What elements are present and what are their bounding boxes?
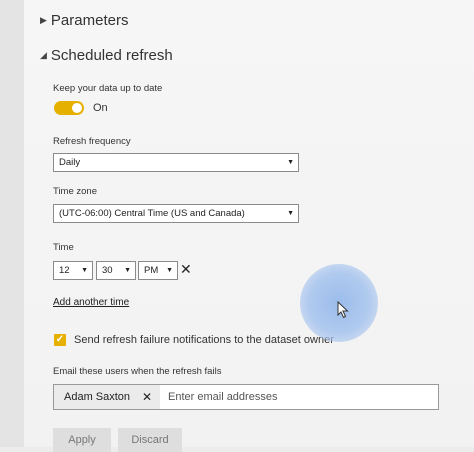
chevron-down-icon: ▼ bbox=[287, 210, 294, 217]
apply-button[interactable]: Apply bbox=[53, 428, 111, 452]
time-zone-label: Time zone bbox=[53, 186, 97, 197]
email-input[interactable] bbox=[166, 385, 430, 409]
minute-select[interactable]: 30 ▼ bbox=[96, 261, 136, 280]
chevron-down-icon: ▼ bbox=[124, 267, 131, 274]
email-chip: Adam Saxton ✕ bbox=[54, 385, 160, 409]
chevron-down-icon: ▼ bbox=[81, 267, 88, 274]
time-zone-value: (UTC-06:00) Central Time (US and Canada) bbox=[59, 208, 245, 219]
left-gutter bbox=[0, 0, 24, 447]
refresh-frequency-value: Daily bbox=[59, 157, 81, 168]
time-label: Time bbox=[53, 242, 74, 253]
parameters-label: Parameters bbox=[50, 12, 129, 29]
settings-panel bbox=[24, 0, 474, 447]
hour-value: 12 bbox=[59, 265, 70, 276]
time-zone-select[interactable]: (UTC-06:00) Central Time (US and Canada)… bbox=[53, 204, 299, 223]
keep-up-to-date-toggle[interactable] bbox=[54, 101, 84, 115]
email-recipients-box: Adam Saxton ✕ bbox=[53, 384, 439, 410]
ampm-value: PM bbox=[144, 265, 159, 276]
add-another-time-link[interactable]: Add another time bbox=[53, 297, 129, 308]
chevron-down-icon: ▼ bbox=[287, 159, 294, 166]
notify-owner-checkbox[interactable]: ✓ bbox=[54, 334, 66, 346]
close-icon[interactable]: ✕ bbox=[142, 390, 152, 404]
hour-select[interactable]: 12 ▼ bbox=[53, 261, 93, 280]
collapsed-triangle-icon: ▶ bbox=[40, 15, 47, 25]
ampm-select[interactable]: PM ▼ bbox=[138, 261, 178, 280]
keep-up-to-date-label: Keep your data up to date bbox=[53, 83, 163, 94]
close-icon[interactable]: ✕ bbox=[180, 261, 192, 278]
minute-value: 30 bbox=[102, 265, 113, 276]
discard-button[interactable]: Discard bbox=[118, 428, 182, 452]
notify-owner-label: Send refresh failure notifications to th… bbox=[74, 334, 334, 346]
scheduled-refresh-label: Scheduled refresh bbox=[50, 47, 173, 64]
toggle-state-label: On bbox=[93, 102, 108, 114]
expanded-triangle-icon: ◢ bbox=[40, 50, 47, 60]
checkmark-icon: ✓ bbox=[55, 334, 65, 345]
chevron-down-icon: ▼ bbox=[166, 267, 173, 274]
email-users-label: Email these users when the refresh fails bbox=[53, 366, 222, 377]
parameters-section-header[interactable]: ▶ Parameters bbox=[40, 12, 128, 29]
toggle-knob bbox=[72, 103, 82, 113]
scheduled-refresh-section-header[interactable]: ◢ Scheduled refresh bbox=[40, 47, 173, 64]
refresh-frequency-label: Refresh frequency bbox=[53, 136, 131, 147]
refresh-frequency-select[interactable]: Daily ▼ bbox=[53, 153, 299, 172]
mouse-pointer-icon bbox=[337, 301, 349, 319]
email-chip-label: Adam Saxton bbox=[64, 391, 131, 403]
